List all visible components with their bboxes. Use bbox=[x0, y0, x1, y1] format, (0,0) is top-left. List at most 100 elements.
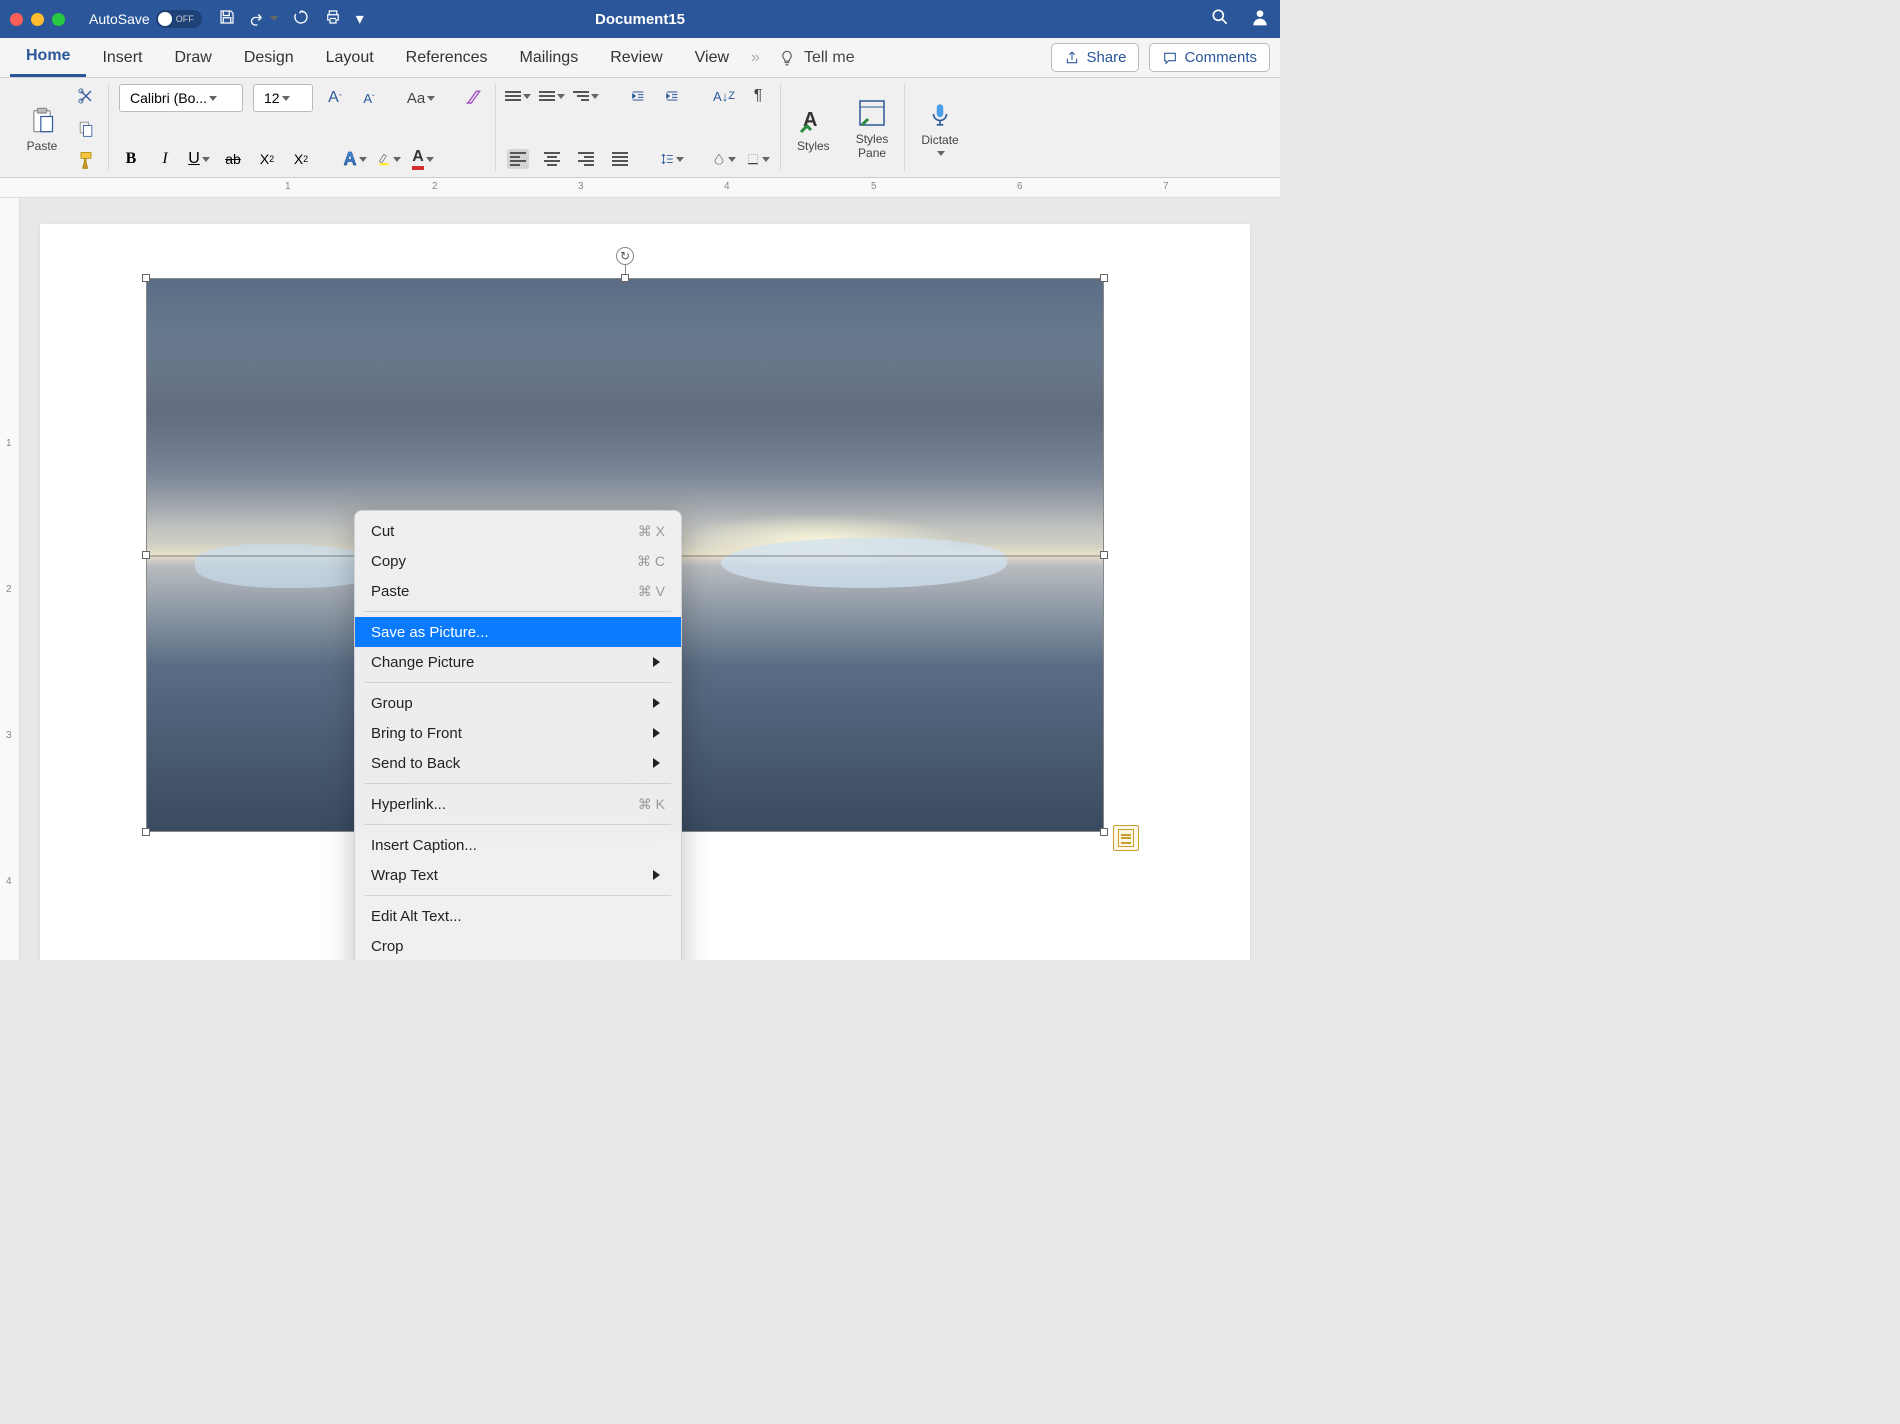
print-icon[interactable] bbox=[324, 8, 342, 31]
tab-overflow-icon[interactable]: » bbox=[751, 49, 760, 67]
subscript-button[interactable]: X2 bbox=[255, 147, 279, 171]
tell-me-search[interactable]: Tell me bbox=[778, 49, 855, 67]
tab-design[interactable]: Design bbox=[228, 38, 310, 77]
font-color-icon[interactable]: A bbox=[411, 147, 435, 171]
resize-handle-br[interactable] bbox=[1100, 828, 1108, 836]
context-menu-item[interactable]: Crop bbox=[355, 931, 681, 960]
horizontal-ruler[interactable]: 1 2 3 4 5 6 7 bbox=[0, 178, 1280, 198]
lightbulb-icon bbox=[778, 49, 796, 67]
bold-button[interactable]: B bbox=[119, 147, 143, 171]
dictate-button[interactable]: Dictate bbox=[915, 84, 964, 171]
change-case-icon[interactable]: Aa bbox=[409, 86, 433, 110]
numbering-icon[interactable] bbox=[540, 84, 564, 108]
align-left-icon[interactable] bbox=[506, 147, 530, 171]
repeat-icon[interactable] bbox=[292, 8, 310, 31]
tab-mailings[interactable]: Mailings bbox=[504, 38, 595, 77]
search-icon[interactable] bbox=[1210, 7, 1230, 32]
context-menu-item[interactable]: Insert Caption... bbox=[355, 830, 681, 860]
save-icon[interactable] bbox=[218, 8, 236, 31]
tab-review[interactable]: Review bbox=[594, 38, 678, 77]
account-icon[interactable] bbox=[1250, 7, 1270, 32]
context-menu-label: Cut bbox=[371, 523, 394, 540]
document-title: Document15 bbox=[595, 11, 685, 28]
context-menu-item[interactable]: Edit Alt Text... bbox=[355, 901, 681, 931]
resize-handle-tl[interactable] bbox=[142, 274, 150, 282]
context-menu-item[interactable]: Send to Back bbox=[355, 748, 681, 778]
minimize-window-icon[interactable] bbox=[31, 13, 44, 26]
tab-layout[interactable]: Layout bbox=[310, 38, 390, 77]
show-marks-icon[interactable]: ¶ bbox=[746, 84, 770, 108]
shading-icon[interactable] bbox=[712, 147, 736, 171]
vertical-ruler[interactable]: 1 2 3 4 bbox=[0, 198, 20, 960]
context-menu-item[interactable]: Hyperlink...⌘ K bbox=[355, 789, 681, 819]
increase-indent-icon[interactable] bbox=[660, 84, 684, 108]
styles-button[interactable]: A Styles bbox=[791, 99, 836, 157]
context-menu-item[interactable]: Change Picture bbox=[355, 647, 681, 677]
sort-icon[interactable]: A↓Z bbox=[712, 84, 736, 108]
text-effects-icon[interactable]: A bbox=[343, 147, 367, 171]
resize-handle-bl[interactable] bbox=[142, 828, 150, 836]
justify-icon[interactable] bbox=[608, 147, 632, 171]
context-menu-item[interactable]: Paste⌘ V bbox=[355, 576, 681, 606]
submenu-chevron-icon bbox=[653, 695, 665, 712]
clear-formatting-icon[interactable] bbox=[461, 86, 485, 110]
resize-handle-tr[interactable] bbox=[1100, 274, 1108, 282]
resize-handle-tm[interactable] bbox=[621, 274, 629, 282]
close-window-icon[interactable] bbox=[10, 13, 23, 26]
tab-view[interactable]: View bbox=[679, 38, 745, 77]
tab-draw[interactable]: Draw bbox=[158, 38, 227, 77]
context-menu-label: Insert Caption... bbox=[371, 837, 477, 854]
undo-icon[interactable] bbox=[250, 10, 278, 28]
context-menu-item[interactable]: Wrap Text bbox=[355, 860, 681, 890]
bullets-icon[interactable] bbox=[506, 84, 530, 108]
cut-icon[interactable] bbox=[74, 84, 98, 108]
tab-references[interactable]: References bbox=[390, 38, 504, 77]
align-center-icon[interactable] bbox=[540, 147, 564, 171]
resize-handle-ml[interactable] bbox=[142, 551, 150, 559]
line-spacing-icon[interactable] bbox=[660, 147, 684, 171]
share-button[interactable]: Share bbox=[1051, 43, 1139, 72]
font-size-combo[interactable]: 12 bbox=[253, 84, 313, 112]
resize-handle-mr[interactable] bbox=[1100, 551, 1108, 559]
context-menu-label: Group bbox=[371, 695, 413, 712]
italic-button[interactable]: I bbox=[153, 147, 177, 171]
comments-button[interactable]: Comments bbox=[1149, 43, 1270, 72]
grow-font-icon[interactable]: Aˆ bbox=[323, 86, 347, 110]
tab-insert[interactable]: Insert bbox=[86, 38, 158, 77]
copy-icon[interactable] bbox=[74, 116, 98, 140]
context-menu-separator bbox=[365, 824, 671, 825]
context-menu-item[interactable]: Cut⌘ X bbox=[355, 516, 681, 546]
ribbon: Paste Calibri (Bo... 12 Aˆ Aˇ Aa B I U a… bbox=[0, 78, 1280, 178]
borders-icon[interactable] bbox=[746, 147, 770, 171]
context-menu-separator bbox=[365, 783, 671, 784]
ribbon-group-clipboard: Paste bbox=[10, 84, 109, 171]
layout-options-icon[interactable] bbox=[1113, 825, 1139, 851]
autosave-toggle[interactable]: AutoSave OFF bbox=[89, 10, 202, 28]
tab-home[interactable]: Home bbox=[10, 38, 86, 77]
submenu-chevron-icon bbox=[653, 867, 665, 884]
styles-pane-button[interactable]: Styles Pane bbox=[850, 92, 895, 164]
highlight-color-icon[interactable] bbox=[377, 147, 401, 171]
title-bar: AutoSave OFF ▾ Document15 bbox=[0, 0, 1280, 38]
align-right-icon[interactable] bbox=[574, 147, 598, 171]
underline-button[interactable]: U bbox=[187, 147, 211, 171]
zoom-window-icon[interactable] bbox=[52, 13, 65, 26]
superscript-button[interactable]: X2 bbox=[289, 147, 313, 171]
multilevel-list-icon[interactable] bbox=[574, 84, 598, 108]
format-painter-icon[interactable] bbox=[74, 148, 98, 172]
submenu-chevron-icon bbox=[653, 755, 665, 772]
context-menu-item[interactable]: Bring to Front bbox=[355, 718, 681, 748]
rotate-handle[interactable] bbox=[616, 247, 634, 265]
context-menu-item[interactable]: Copy⌘ C bbox=[355, 546, 681, 576]
shrink-font-icon[interactable]: Aˇ bbox=[357, 86, 381, 110]
context-menu-item[interactable]: Save as Picture... bbox=[355, 617, 681, 647]
paste-button[interactable]: Paste bbox=[20, 99, 64, 157]
customize-qat-icon[interactable]: ▾ bbox=[356, 9, 364, 29]
context-menu-label: Copy bbox=[371, 553, 406, 570]
context-menu-item[interactable]: Group bbox=[355, 688, 681, 718]
decrease-indent-icon[interactable] bbox=[626, 84, 650, 108]
strikethrough-button[interactable]: ab bbox=[221, 147, 245, 171]
ribbon-group-font: Calibri (Bo... 12 Aˆ Aˇ Aa B I U ab X2 X… bbox=[109, 84, 496, 171]
context-menu-label: Save as Picture... bbox=[371, 624, 489, 641]
font-name-combo[interactable]: Calibri (Bo... bbox=[119, 84, 243, 112]
